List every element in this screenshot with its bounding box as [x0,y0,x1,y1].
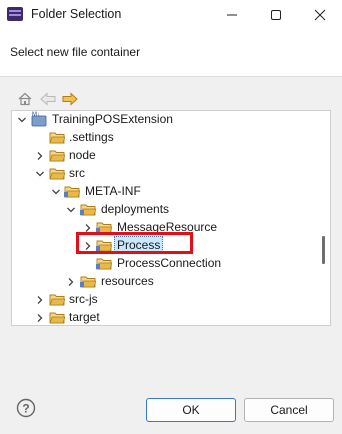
svg-text:M↓: M↓ [32,112,40,118]
folder-icon [49,129,66,145]
ok-button[interactable]: OK [146,398,236,422]
close-button[interactable] [298,0,342,30]
tree-item-label: .settings [69,130,114,144]
package-folder-icon [64,183,81,199]
help-button[interactable]: ? [16,398,36,418]
minimize-button[interactable] [210,0,254,30]
maximize-button[interactable] [254,0,298,30]
chevron-right-icon[interactable] [35,294,45,304]
header-message: Select new file container [10,45,141,59]
chevron-down-icon[interactable] [35,168,45,178]
package-folder-icon [80,201,97,217]
app-icon [6,5,24,23]
chevron-down-icon[interactable] [17,114,27,124]
minimize-icon [227,14,237,16]
dialog-header: Select new file container [0,30,342,77]
tree-item-label: ProcessConnection [117,256,222,270]
tree-item-label: target [69,310,100,324]
tree-item-label: src [69,166,85,180]
forward-button[interactable] [62,92,78,108]
title-bar: Folder Selection [0,0,342,30]
tree-item-label: META-INF [85,184,141,198]
chevron-right-icon[interactable] [66,276,76,286]
tree-item-label: deployments [101,202,170,216]
tree-item-label: TrainingPOSExtension [52,112,173,126]
folder-icon [49,291,66,307]
maximize-icon [271,10,281,20]
home-button[interactable] [18,92,32,108]
folder-icon [49,309,66,325]
folder-icon [49,165,66,181]
help-icon: ? [16,398,36,418]
highlight-box [76,232,193,254]
home-icon [18,92,32,106]
folder-icon [49,147,66,163]
tree-item-label: src-js [69,292,98,306]
package-folder-icon [80,273,97,289]
tree-item-label: node [69,148,96,162]
back-arrow-icon [40,92,56,106]
package-folder-icon [96,255,113,271]
chevron-right-icon[interactable] [83,222,93,232]
close-icon [314,9,326,21]
window-title: Folder Selection [31,7,122,21]
vertical-scrollbar[interactable] [313,112,329,324]
project-icon: M↓ [31,111,47,127]
chevron-right-icon[interactable] [35,150,45,160]
forward-arrow-icon [62,92,78,106]
chevron-down-icon[interactable] [51,186,61,196]
scrollbar-thumb[interactable] [322,236,325,264]
chevron-down-icon[interactable] [66,204,76,214]
tree-item-label: resources [101,274,154,288]
back-button[interactable] [40,92,56,108]
chevron-right-icon[interactable] [35,312,45,322]
cancel-button[interactable]: Cancel [244,398,334,422]
svg-text:?: ? [22,402,29,416]
